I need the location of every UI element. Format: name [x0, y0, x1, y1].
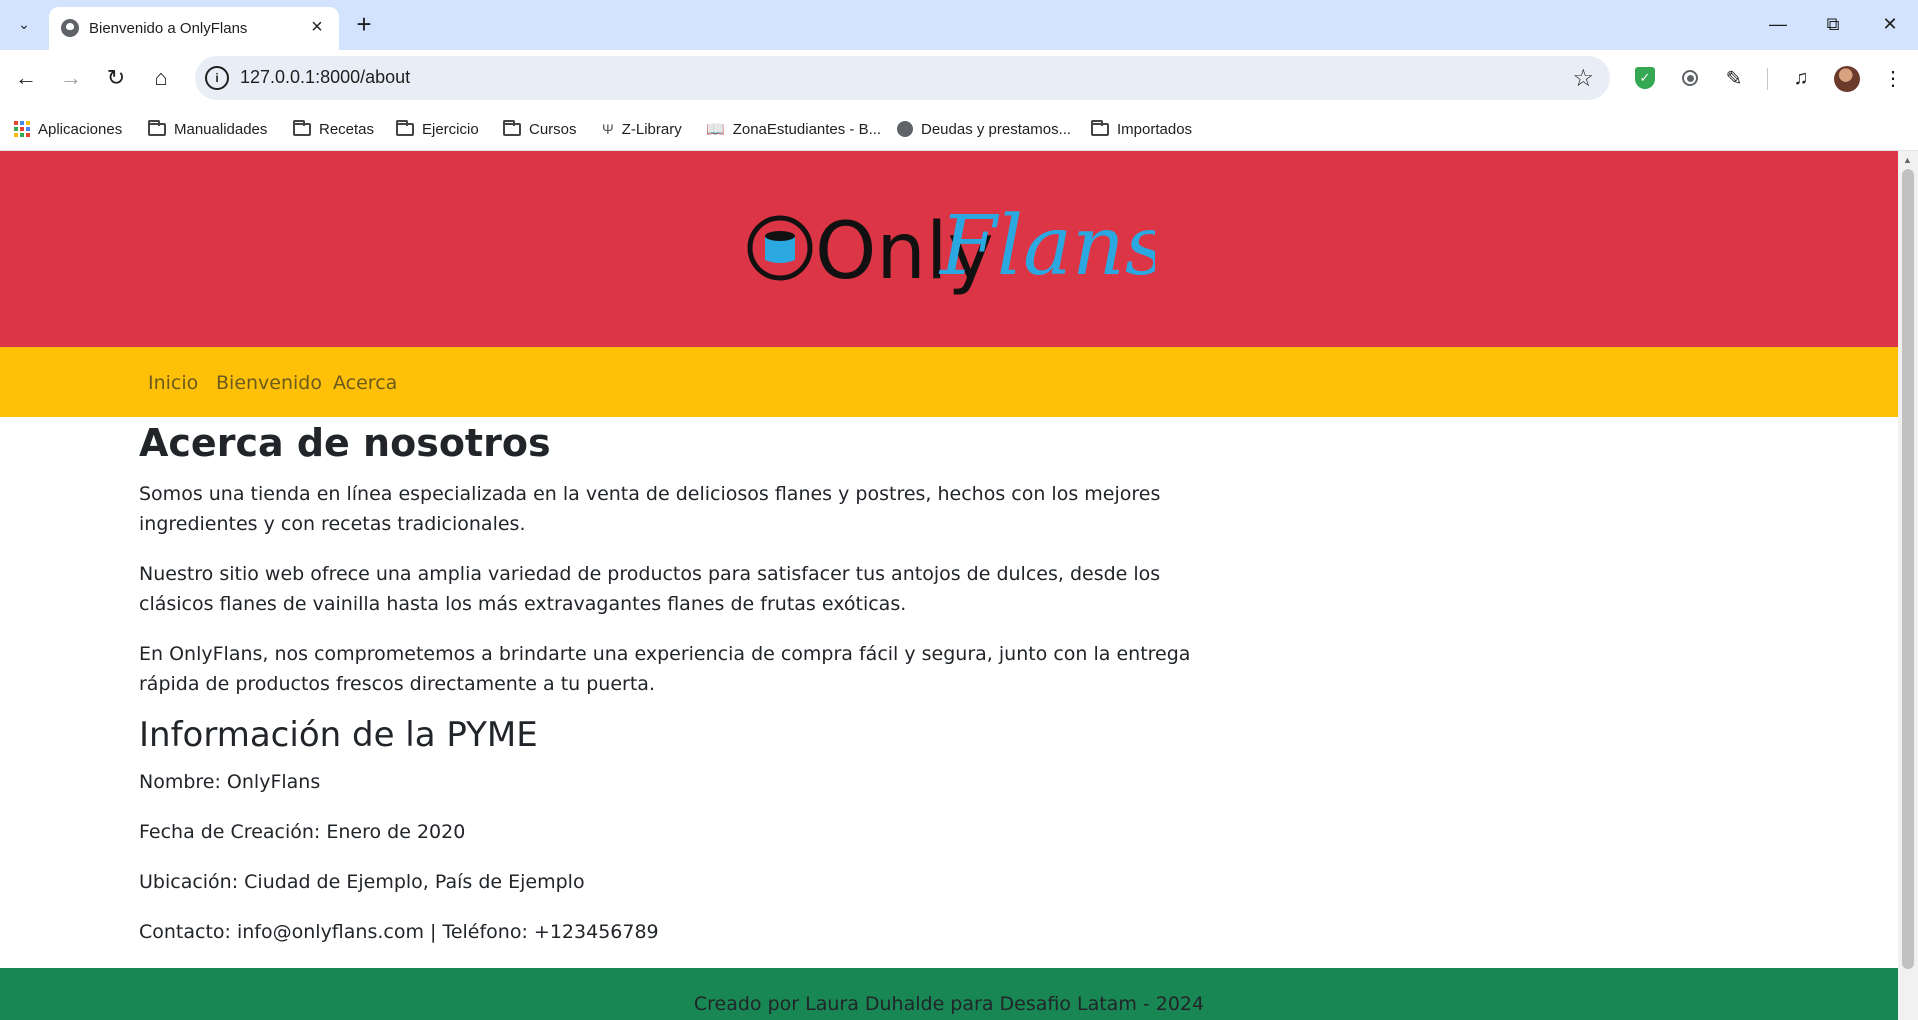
- bookmark-folder-recetas[interactable]: Recetas: [293, 118, 374, 140]
- bookmark-label: Manualidades: [174, 120, 268, 138]
- onlyflans-logo[interactable]: Only Flans: [745, 198, 1155, 298]
- tab-strip: ⌄ Bienvenido a OnlyFlans × + — ⧉ ✕: [0, 0, 1918, 50]
- folder-icon: [1091, 119, 1109, 136]
- bookmark-star-icon[interactable]: ☆: [1572, 64, 1594, 93]
- page-title: Acerca de nosotros: [139, 421, 551, 465]
- bookmark-apps[interactable]: Aplicaciones: [14, 118, 122, 140]
- close-window-icon[interactable]: ✕: [1870, 8, 1910, 40]
- info-location: Ubicación: Ciudad de Ejemplo, País de Ej…: [139, 871, 585, 893]
- bookmark-label: Aplicaciones: [38, 120, 123, 138]
- bookmark-label: Ejercicio: [422, 120, 479, 138]
- bookmark-label: Z-Library: [621, 120, 682, 138]
- zlibrary-icon: Ψ: [602, 121, 614, 137]
- page-viewport: Only Flans Inicio Bienvenido Acerca Acer…: [0, 151, 1898, 1020]
- bookmark-folder-ejercicio[interactable]: Ejercicio: [396, 118, 479, 140]
- about-paragraph-2: Nuestro sitio web ofrece una amplia vari…: [139, 563, 1161, 615]
- bookmark-zonaestudiantes[interactable]: 📖 ZonaEstudiantes - B...: [706, 118, 881, 140]
- tab-close-icon[interactable]: ×: [304, 14, 330, 40]
- home-icon[interactable]: ⌂: [144, 61, 178, 95]
- scrollbar-thumb[interactable]: [1902, 169, 1914, 969]
- reload-icon[interactable]: ↻: [99, 61, 133, 95]
- info-name: Nombre: OnlyFlans: [139, 771, 321, 793]
- media-queue-icon[interactable]: ♫: [1786, 63, 1816, 93]
- book-icon: 📖: [706, 121, 725, 138]
- bookmark-label: Importados: [1117, 120, 1193, 138]
- tab-title: Bienvenido a OnlyFlans: [89, 20, 248, 37]
- bookmark-label: Deudas y prestamos...: [921, 120, 1072, 138]
- apps-grid-icon: [14, 121, 30, 137]
- site-header: Only Flans: [0, 151, 1898, 347]
- globe-icon: [61, 19, 79, 37]
- url-text[interactable]: 127.0.0.1:8000/about: [240, 67, 410, 88]
- restore-icon[interactable]: ⧉: [1813, 8, 1853, 40]
- about-paragraph-3: En OnlyFlans, nos comprometemos a brinda…: [139, 643, 1191, 695]
- nav-link-acerca[interactable]: Acerca: [333, 372, 397, 394]
- site-info-icon[interactable]: i: [205, 66, 229, 90]
- bookmark-label: ZonaEstudiantes - B...: [732, 120, 882, 138]
- extensions-puzzle-icon[interactable]: ✎: [1719, 63, 1749, 93]
- about-paragraph-1: Somos una tienda en línea especializada …: [139, 483, 1161, 535]
- toolbar-divider: [1767, 68, 1768, 90]
- folder-icon: [293, 119, 311, 136]
- bookmark-folder-cursos[interactable]: Cursos: [503, 118, 577, 140]
- logo-text-flans: Flans: [938, 199, 1155, 294]
- shield-extension-icon[interactable]: ✓: [1630, 63, 1660, 93]
- back-arrow-icon[interactable]: ←: [9, 61, 43, 95]
- bookmark-folder-manualidades[interactable]: Manualidades: [148, 118, 267, 140]
- nav-link-bienvenido[interactable]: Bienvenido: [216, 372, 322, 394]
- record-extension-icon[interactable]: [1675, 63, 1705, 93]
- profile-avatar[interactable]: [1834, 66, 1860, 92]
- bookmark-deudas[interactable]: Deudas y prestamos...: [897, 118, 1071, 140]
- forward-arrow-icon[interactable]: →: [54, 61, 88, 95]
- scroll-up-arrow-icon[interactable]: ▲: [1903, 155, 1912, 165]
- page-scrollbar[interactable]: ▲: [1898, 151, 1918, 1020]
- info-section-title: Información de la PYME: [139, 715, 538, 755]
- folder-icon: [148, 119, 166, 136]
- info-creation-date: Fecha de Creación: Enero de 2020: [139, 821, 466, 843]
- new-tab-plus-icon[interactable]: +: [350, 10, 378, 38]
- site-footer: Creado por Laura Duhalde para Desafio La…: [0, 968, 1898, 1020]
- nav-link-inicio[interactable]: Inicio: [148, 372, 198, 394]
- active-tab[interactable]: Bienvenido a OnlyFlans ×: [49, 7, 339, 50]
- bookmark-label: Recetas: [319, 120, 375, 138]
- bookmark-zlibrary[interactable]: Ψ Z-Library: [602, 118, 682, 140]
- address-bar[interactable]: i 127.0.0.1:8000/about ☆: [195, 56, 1610, 100]
- folder-icon: [396, 119, 414, 136]
- tab-search-chevron-icon[interactable]: ⌄: [10, 9, 38, 39]
- bookmark-folder-importados[interactable]: Importados: [1091, 118, 1192, 140]
- bookmark-label: Cursos: [529, 120, 577, 138]
- bookmarks-bar: Aplicaciones Manualidades Recetas Ejerci…: [0, 108, 1918, 151]
- browser-toolbar: ← → ↻ ⌂ i 127.0.0.1:8000/about ☆ ✓ ✎ ♫ ⋮: [0, 50, 1918, 108]
- menu-kebab-icon[interactable]: ⋮: [1878, 63, 1908, 93]
- footer-credit: Creado por Laura Duhalde para Desafio La…: [693, 993, 1205, 1015]
- folder-icon: [503, 119, 521, 136]
- minimize-icon[interactable]: —: [1758, 8, 1798, 40]
- globe-icon: [897, 121, 913, 137]
- info-contact: Contacto: info@onlyflans.com | Teléfono:…: [139, 921, 659, 943]
- site-navbar: Inicio Bienvenido Acerca: [0, 347, 1898, 417]
